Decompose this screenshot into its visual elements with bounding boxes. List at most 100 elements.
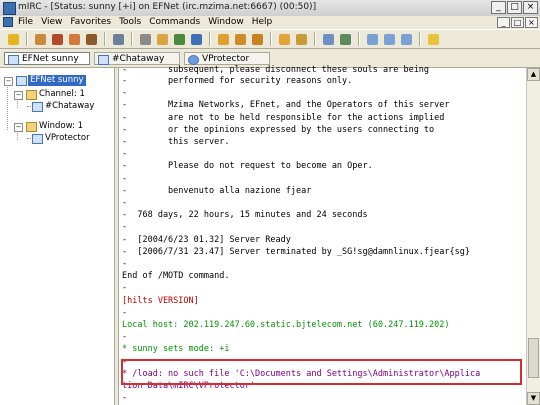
chat-line: - [122, 222, 128, 233]
chat-line: - [122, 283, 128, 294]
maximize-button[interactable]: □ [507, 1, 522, 14]
chat-line: - [2004/6/23 01.32] Server Ready [122, 234, 291, 245]
child-window-controls: _ □ × [497, 17, 538, 28]
chat-line: - [122, 393, 128, 404]
notify-list-icon[interactable] [138, 32, 153, 47]
dcc-send-icon[interactable] [216, 32, 231, 47]
chat-line: End of /MOTD command. [122, 271, 230, 282]
collapse-icon[interactable]: − [14, 91, 23, 100]
folder-icon [26, 122, 37, 132]
collapse-icon[interactable]: − [4, 77, 13, 86]
child-minimize-button[interactable]: _ [497, 17, 510, 28]
toolbar-separator [419, 32, 421, 46]
tile-horizontal-icon[interactable] [365, 32, 380, 47]
chat-line: - or the opinions expressed by the users… [122, 124, 435, 135]
menu-favorites[interactable]: Favorites [70, 17, 111, 27]
tab-label: #Chataway [112, 54, 165, 64]
menu-tools[interactable]: Tools [119, 17, 141, 27]
chat-line: - [122, 259, 128, 269]
options-icon[interactable] [33, 32, 48, 47]
chat-line: - this server. [122, 137, 230, 147]
tab-efnet-sunny[interactable]: EFNet sunny [4, 52, 90, 65]
toolbar [0, 29, 540, 49]
favorites-icon[interactable] [111, 32, 126, 47]
dcc-get-icon[interactable] [250, 32, 265, 47]
chat-line: Local host: 202.119.247.60.static.bjtele… [122, 320, 450, 330]
menu-view[interactable]: View [41, 17, 62, 27]
tile-windows-icon[interactable] [321, 32, 336, 47]
tab-label: VProtector [202, 54, 250, 64]
toolbar-separator [26, 32, 28, 46]
chat-line: * sunny sets mode: +i [122, 344, 230, 355]
chat-line: - performed for security reasons only. [122, 76, 353, 86]
chat-line: - benvenuto alla nazione fjear [122, 185, 312, 196]
menu-bar: File View Favorites Tools Commands Windo… [0, 16, 540, 29]
menu-commands[interactable]: Commands [149, 17, 200, 27]
chat-line: - Mzima Networks, EFnet, and the Operato… [122, 100, 450, 111]
address-book-icon[interactable] [67, 32, 82, 47]
timer-icon[interactable] [155, 32, 170, 47]
window-controls: _ □ × [491, 1, 538, 14]
colors-icon[interactable] [172, 32, 187, 47]
menu-window[interactable]: Window [208, 17, 244, 27]
chat-line: - [122, 88, 128, 99]
urls-icon[interactable] [338, 32, 353, 47]
close-button[interactable]: × [523, 1, 538, 14]
tree-connector [7, 82, 8, 130]
tab-label: EFNet sunny [22, 54, 79, 64]
window-title: mIRC - [Status: sunny [+i] on EFNet (irc… [18, 2, 317, 12]
custom-window-icon [32, 134, 43, 144]
minimize-button[interactable]: _ [491, 1, 506, 14]
treebar: − EFNet sunny − Channel: 1 #Chataway − W… [0, 68, 115, 405]
title-bar: mIRC - [Status: sunny [+i] on EFNet (irc… [0, 0, 540, 17]
chat-line: - [122, 149, 128, 160]
chat-line: - [122, 332, 128, 343]
channel-window-icon [32, 102, 43, 112]
child-close-button[interactable]: × [525, 17, 538, 28]
chat-line: - 768 days, 22 hours, 15 minutes and 24 … [122, 210, 368, 221]
toolbar-separator [314, 32, 316, 46]
tile-vertical-icon[interactable] [382, 32, 397, 47]
connect-icon[interactable] [6, 32, 21, 47]
error-highlight-box [121, 359, 522, 385]
toolbar-separator [270, 32, 272, 46]
toolbar-separator [209, 32, 211, 46]
send-file-icon[interactable] [189, 32, 204, 47]
vertical-scrollbar[interactable]: ▲ ▼ [526, 68, 540, 405]
toolbar-separator [131, 32, 133, 46]
folder-icon [26, 90, 37, 100]
received-files-icon[interactable] [277, 32, 292, 47]
dcc-chat-icon[interactable] [233, 32, 248, 47]
chat-line: - [122, 198, 128, 208]
menu-help[interactable]: Help [252, 17, 273, 27]
scroll-thumb[interactable] [528, 338, 539, 378]
menu-file[interactable]: File [18, 17, 33, 27]
scripts-editor-icon[interactable] [50, 32, 65, 47]
status-window-icon[interactable] [3, 17, 13, 27]
child-restore-button[interactable]: □ [511, 17, 524, 28]
collapse-icon[interactable]: − [14, 123, 23, 132]
channels-list-icon[interactable] [84, 32, 99, 47]
channel-window-icon [98, 55, 109, 65]
status-window-text[interactable]: - subsequent, please disconnect these so… [118, 65, 527, 405]
custom-window-icon [188, 55, 199, 65]
scroll-down-button[interactable]: ▼ [527, 392, 540, 405]
chat-line: - [2006/7/31 23.47] Server terminated by… [122, 246, 470, 257]
chat-line: - are not to be held responsible for the… [122, 112, 445, 123]
scroll-up-button[interactable]: ▲ [527, 68, 540, 81]
tab-vprotector[interactable]: VProtector [184, 52, 270, 65]
toolbar-separator [104, 32, 106, 46]
status-window-icon [16, 76, 27, 86]
chat-line: - [122, 173, 128, 184]
status-window-icon [8, 55, 19, 65]
help-icon[interactable] [426, 32, 441, 47]
toolbar-separator [358, 32, 360, 46]
tab-chataway[interactable]: #Chataway [94, 52, 180, 65]
chat-line: - Please do not request to become an Ope… [122, 161, 373, 172]
chat-line: - subsequent, please disconnect these so… [122, 65, 430, 75]
chat-line: [hilts VERSION] [122, 295, 199, 306]
logs-icon[interactable] [294, 32, 309, 47]
mirc-app-icon [3, 2, 16, 15]
cascade-icon[interactable] [399, 32, 414, 47]
chat-line: - [122, 307, 128, 318]
